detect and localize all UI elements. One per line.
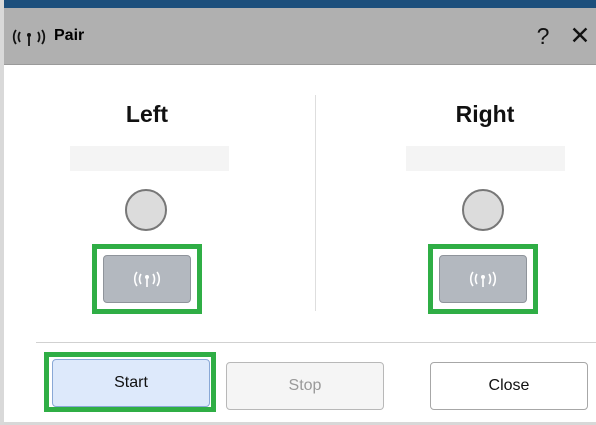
pair-dialog: Pair ? ✕ Left Right Start Stop Close (4, 0, 596, 425)
start-button[interactable]: Start (52, 359, 210, 407)
left-title: Left (125, 101, 169, 127)
right-status-led (462, 189, 504, 231)
right-title: Right (455, 101, 515, 127)
left-pair-highlight (92, 244, 202, 314)
left-status-led (125, 189, 167, 231)
right-pair-button[interactable] (439, 255, 527, 303)
stop-button[interactable]: Stop (226, 362, 384, 410)
wireless-signal-icon (133, 271, 161, 287)
help-button[interactable]: ? (529, 20, 557, 52)
footer-separator (36, 342, 596, 343)
left-status-field (70, 146, 229, 171)
titlebar[interactable]: Pair ? ✕ (4, 8, 596, 65)
window-top-border (4, 0, 596, 8)
wireless-signal-icon (12, 26, 46, 48)
left-pair-button[interactable] (103, 255, 191, 303)
right-status-field (406, 146, 565, 171)
close-button[interactable]: Close (430, 362, 588, 410)
center-divider (315, 95, 316, 311)
right-pair-highlight (428, 244, 538, 314)
close-window-button[interactable]: ✕ (565, 20, 595, 52)
wireless-signal-icon (469, 271, 497, 287)
window-title: Pair (54, 27, 85, 44)
